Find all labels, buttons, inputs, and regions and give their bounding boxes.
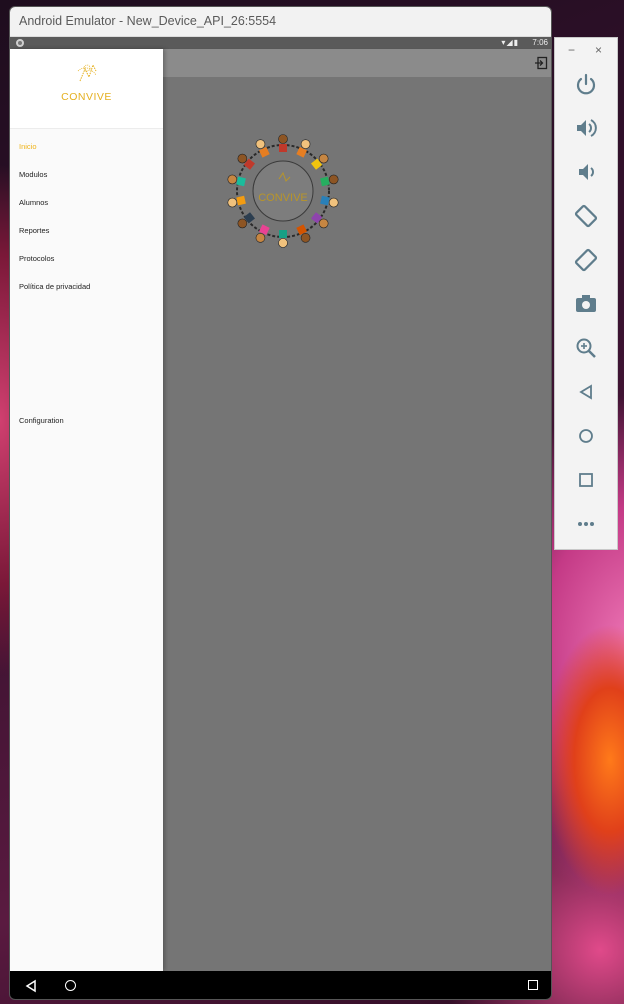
zoom-icon[interactable] [572, 334, 600, 362]
home-icon[interactable] [572, 422, 600, 450]
camera-icon[interactable] [572, 290, 600, 318]
more-icon[interactable] [572, 510, 600, 538]
menu-item-modulos[interactable]: Modulos [19, 170, 47, 179]
power-icon[interactable] [572, 70, 600, 98]
menu-item-politica-privacidad[interactable]: Política de privacidad [19, 282, 90, 291]
child-figure [310, 212, 329, 229]
rotate-right-icon[interactable] [572, 246, 600, 274]
logout-icon[interactable] [534, 56, 548, 70]
child-figure [227, 174, 246, 187]
recents-nav-icon[interactable] [528, 980, 538, 990]
minimize-button[interactable]: − [568, 43, 575, 57]
emulator-window: Android Emulator - New_Device_API_26:555… [9, 6, 552, 1000]
overview-icon[interactable] [572, 466, 600, 494]
android-nav-bar [10, 971, 551, 999]
child-figure [237, 153, 256, 170]
navigation-drawer: CONVIVE Inicio Modulos Alumnos Reportes … [10, 49, 163, 971]
signal-battery-icons: ▾◢▮ [501, 38, 519, 47]
rotate-left-icon[interactable] [572, 202, 600, 230]
menu-item-configuration[interactable]: Configuration [19, 416, 64, 425]
home-nav-icon[interactable] [65, 980, 76, 991]
convive-logo-icon [77, 63, 97, 82]
emulator-side-panel: − × [554, 37, 618, 550]
device-screen: ▾◢▮ 7:06 CONVIVE CONVIVE Inicio Modulos … [10, 37, 551, 999]
drawer-logo-text: CONVIVE [61, 91, 112, 103]
window-titlebar[interactable]: Android Emulator - New_Device_API_26:555… [10, 7, 551, 37]
child-figure [320, 174, 339, 187]
child-figure [278, 134, 288, 152]
menu-item-protocolos[interactable]: Protocolos [19, 254, 54, 263]
status-bar: ▾◢▮ 7:06 [10, 37, 551, 49]
back-nav-icon[interactable] [24, 979, 38, 993]
menu-item-alumnos[interactable]: Alumnos [19, 198, 48, 207]
close-button[interactable]: × [595, 43, 602, 57]
menu-item-reportes[interactable]: Reportes [19, 226, 49, 235]
center-logo-text: CONVIVE [258, 192, 308, 204]
child-figure [255, 224, 270, 243]
drawer-header: CONVIVE [10, 49, 163, 129]
child-figure [227, 195, 246, 208]
notification-dot-icon [16, 39, 24, 47]
window-title: Android Emulator - New_Device_API_26:555… [19, 14, 277, 28]
volume-down-icon[interactable] [572, 158, 600, 186]
volume-up-icon[interactable] [572, 114, 600, 142]
menu-item-inicio[interactable]: Inicio [19, 142, 37, 151]
back-icon[interactable] [572, 378, 600, 406]
child-figure [310, 153, 329, 170]
convive-children-circle-logo: CONVIVE [227, 134, 339, 248]
status-time: 7:06 [532, 38, 548, 47]
child-figure [278, 230, 288, 248]
child-figure [320, 195, 339, 208]
